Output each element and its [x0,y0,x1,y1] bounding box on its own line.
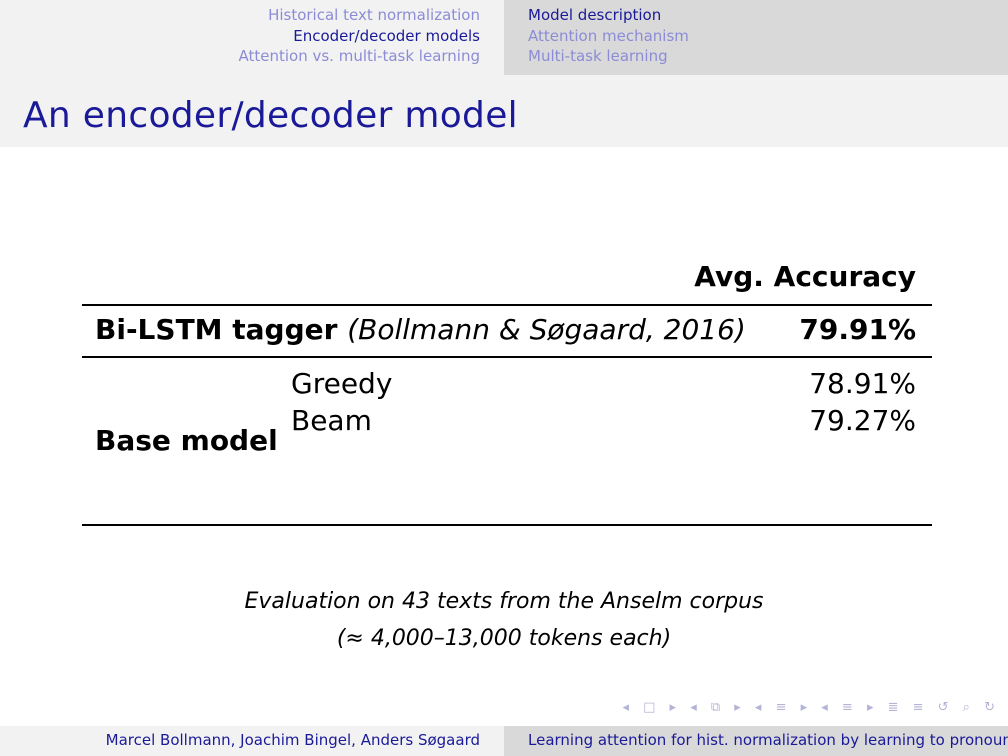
caption-line-2: (≈ 4,000–13,000 tokens each) [336,626,672,651]
table-rule-middle [82,356,932,358]
baseline-name: Bi-LSTM tagger [95,313,338,346]
accuracy-greedy: 78.91% [809,367,916,400]
title-bar: An encoder/decoder model [0,75,1008,147]
baseline-citation: (Bollmann & Søgaard, 2016) [347,313,746,346]
column-header-avg-accuracy: Avg. Accuracy [694,260,916,293]
nav-subsection-multi-task-learning[interactable]: Multi-task learning [528,46,689,67]
accuracy-beam: 79.27% [809,404,916,437]
method-greedy: Greedy [291,367,393,400]
method-beam: Beam [291,404,372,437]
baseline-accuracy: 79.91% [799,313,916,346]
nav-subsection-model-description[interactable]: Model description [528,5,689,26]
baseline-row-label: Bi-LSTM tagger (Bollmann & Søgaard, 2016… [95,313,746,346]
nav-section-attention-vs-multitask[interactable]: Attention vs. multi-task learning [238,46,480,67]
footer-authors: Marcel Bollmann, Joachim Bingel, Anders … [105,731,480,749]
table-rule-bottom [82,524,932,526]
nav-subsection-attention-mechanism[interactable]: Attention mechanism [528,26,689,47]
footer-short-title: Learning attention for hist. normalizati… [528,731,1008,749]
table-rule-top [82,304,932,306]
slide-title: An encoder/decoder model [23,95,518,136]
group-label-base-model: Base model [95,424,278,457]
footer-authors-box: Marcel Bollmann, Joachim Bingel, Anders … [0,726,504,756]
caption-line-1: Evaluation on 43 texts from the Anselm c… [244,589,764,614]
table-caption: Evaluation on 43 texts from the Anselm c… [230,583,778,657]
subsection-navigation: Model description Attention mechanism Mu… [504,0,1008,75]
nav-section-encoder-decoder-models[interactable]: Encoder/decoder models [238,26,480,47]
beamer-navigation-icons[interactable]: ◂ □ ▸ ◂ ⧉ ▸ ◂ ≡ ▸ ◂ ≡ ▸ ≣ ≡ ↺ ⌕ ↻ [622,700,1000,715]
results-table: Avg. Accuracy Bi-LSTM tagger (Bollmann &… [82,252,934,530]
section-navigation: Historical text normalization Encoder/de… [0,0,504,75]
footer-title-box: Learning attention for hist. normalizati… [504,726,1008,756]
navigation-header: Historical text normalization Encoder/de… [0,0,1008,75]
nav-section-historical-text-normalization[interactable]: Historical text normalization [238,5,480,26]
